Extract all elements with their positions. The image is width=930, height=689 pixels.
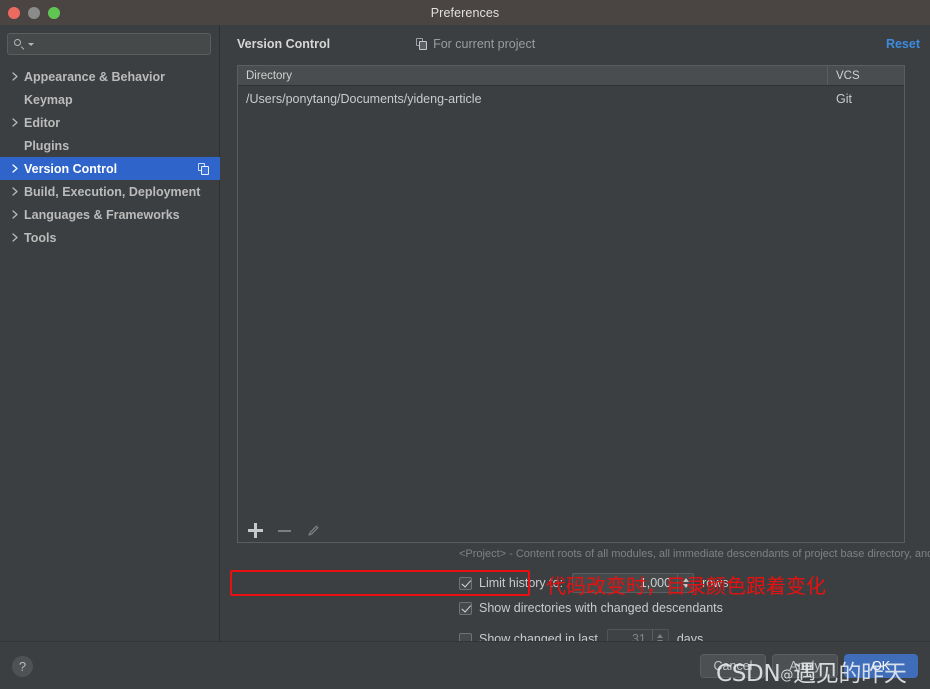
close-window-button[interactable]: [8, 7, 20, 19]
search-input[interactable]: [34, 34, 210, 54]
annotation-text: 代码改变时，目录颜色跟着变化: [546, 570, 826, 599]
sidebar-item-tools[interactable]: Tools: [0, 226, 220, 249]
ok-button[interactable]: OK: [844, 654, 918, 678]
show-directories-label: Show directories with changed descendant…: [479, 601, 723, 615]
scope-label: For current project: [433, 37, 535, 51]
window-title: Preferences: [431, 6, 500, 20]
sidebar-item-label: Plugins: [21, 139, 69, 153]
project-scope-icon: [416, 38, 428, 50]
project-scope-icon: [198, 163, 210, 175]
sidebar-item-label: Build, Execution, Deployment: [21, 185, 200, 199]
sidebar-nav-list: Appearance & Behavior Keymap Editor Plug…: [0, 65, 220, 249]
settings-content-pane: Version Control For current project Rese…: [221, 25, 930, 641]
edit-mapping-button[interactable]: [306, 523, 321, 538]
reset-link[interactable]: Reset: [886, 37, 920, 51]
mapping-hint-text: <Project> - Content roots of all modules…: [459, 548, 930, 560]
sidebar-item-appearance-behavior[interactable]: Appearance & Behavior: [0, 65, 220, 88]
chevron-right-icon[interactable]: [10, 210, 21, 219]
preferences-window: Preferences Appearance & Behavior: [0, 0, 930, 689]
window-traffic-lights: [8, 7, 60, 19]
sidebar-item-keymap[interactable]: Keymap: [0, 88, 220, 111]
column-header-directory[interactable]: Directory: [238, 66, 828, 85]
sidebar-search[interactable]: [7, 33, 211, 55]
chevron-right-icon[interactable]: [10, 118, 21, 127]
zoom-window-button[interactable]: [48, 7, 60, 19]
sidebar-item-label: Languages & Frameworks: [21, 208, 180, 222]
vcs-directory-mappings-table[interactable]: Directory VCS /Users/ponytang/Documents/…: [237, 65, 905, 520]
sidebar-item-version-control[interactable]: Version Control: [0, 157, 220, 180]
sidebar-item-label: Appearance & Behavior: [21, 70, 165, 84]
add-mapping-button[interactable]: [248, 523, 263, 538]
sidebar-item-label: Version Control: [21, 162, 117, 176]
content-header: Version Control For current project Rese…: [237, 33, 920, 55]
search-icon: [14, 38, 27, 51]
window-titlebar: Preferences: [0, 0, 930, 25]
stepper-up-icon[interactable]: [657, 634, 663, 638]
show-directories-row: Show directories with changed descendant…: [459, 601, 723, 615]
limit-history-checkbox[interactable]: [459, 577, 472, 590]
show-directories-checkbox[interactable]: [459, 602, 472, 615]
help-button[interactable]: ?: [12, 656, 33, 677]
minimize-window-button[interactable]: [28, 7, 40, 19]
search-box[interactable]: [7, 33, 211, 55]
sidebar-item-label: Tools: [21, 231, 56, 245]
remove-mapping-button[interactable]: [277, 523, 292, 538]
dialog-body: Appearance & Behavior Keymap Editor Plug…: [0, 25, 930, 641]
sidebar-item-label: Keymap: [21, 93, 73, 107]
cell-directory: /Users/ponytang/Documents/yideng-article: [238, 92, 828, 106]
sidebar-item-languages-frameworks[interactable]: Languages & Frameworks: [0, 203, 220, 226]
sidebar-item-build-execution-deployment[interactable]: Build, Execution, Deployment: [0, 180, 220, 203]
cancel-button[interactable]: Cancel: [700, 654, 766, 678]
scope-indicator: For current project: [416, 37, 535, 51]
chevron-right-icon[interactable]: [10, 233, 21, 242]
apply-button[interactable]: Apply: [772, 654, 838, 678]
table-row[interactable]: /Users/ponytang/Documents/yideng-article…: [238, 86, 904, 112]
column-header-vcs[interactable]: VCS: [828, 66, 904, 85]
settings-sidebar: Appearance & Behavior Keymap Editor Plug…: [0, 25, 220, 641]
page-title: Version Control: [237, 37, 330, 51]
cell-vcs: Git: [828, 92, 904, 106]
chevron-right-icon[interactable]: [10, 187, 21, 196]
sidebar-item-editor[interactable]: Editor: [0, 111, 220, 134]
chevron-right-icon[interactable]: [10, 164, 21, 173]
table-header-row: Directory VCS: [238, 66, 904, 86]
sidebar-item-plugins[interactable]: Plugins: [0, 134, 220, 157]
chevron-right-icon[interactable]: [10, 72, 21, 81]
sidebar-item-label: Editor: [21, 116, 60, 130]
table-toolbar: [237, 519, 905, 543]
dialog-footer: ? Cancel Apply OK: [0, 641, 930, 689]
